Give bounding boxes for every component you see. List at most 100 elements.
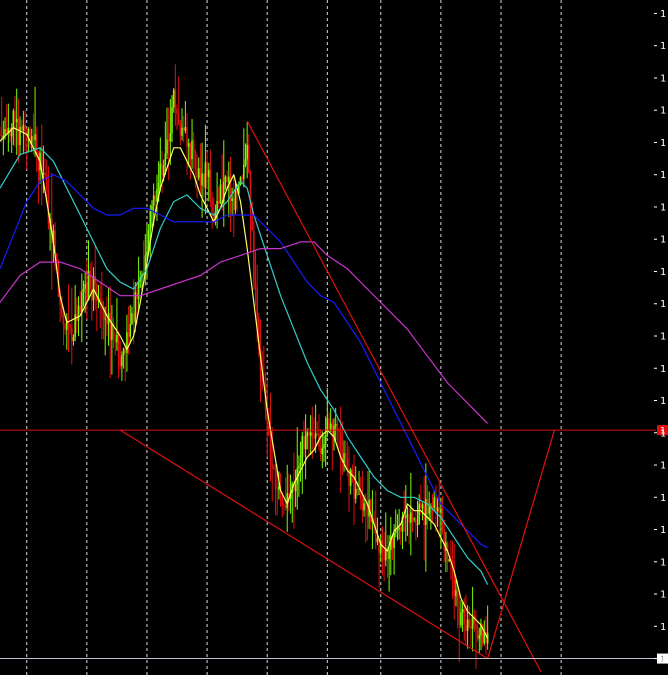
y-tick-label-18: 1 xyxy=(660,590,666,601)
candle-body-4 xyxy=(5,129,8,133)
candle-body-238 xyxy=(396,529,399,531)
candle-body-198 xyxy=(329,423,332,430)
candle-body-282 xyxy=(470,626,472,629)
candle-body-139 xyxy=(231,197,233,202)
candle-body-17 xyxy=(27,128,30,137)
candle-body-80 xyxy=(132,313,135,323)
candle-body-188 xyxy=(313,437,315,439)
candle-body-240 xyxy=(400,527,402,532)
candle-body-264 xyxy=(440,508,442,513)
candle-body-11 xyxy=(17,118,20,146)
candle-body-3 xyxy=(4,129,6,136)
candle-body-95 xyxy=(157,183,160,189)
candle-body-63 xyxy=(104,318,107,320)
candle-body-218 xyxy=(363,503,365,511)
candle-body-257 xyxy=(428,506,430,514)
candle-body-104 xyxy=(172,89,175,108)
candle-body-83 xyxy=(137,281,140,300)
candle-body-141 xyxy=(234,189,237,210)
candle-body-179 xyxy=(298,466,300,469)
candle-body-162 xyxy=(269,435,272,465)
candle-body-247 xyxy=(411,512,414,520)
candle-body-181 xyxy=(301,435,304,463)
candle-body-98 xyxy=(162,165,165,176)
candle-body-70 xyxy=(116,334,118,343)
chart-background xyxy=(0,0,668,675)
candle-body-132 xyxy=(219,184,222,204)
candle-body-90 xyxy=(149,210,152,231)
candle-body-140 xyxy=(233,197,235,210)
price-chart[interactable]: 11111111111111111111111 xyxy=(0,0,668,675)
candle-body-224 xyxy=(373,518,375,521)
candle-body-106 xyxy=(176,108,178,115)
candle-body-246 xyxy=(410,512,412,523)
candle-body-112 xyxy=(186,126,188,147)
candle-body-116 xyxy=(192,140,195,152)
candle-body-127 xyxy=(211,198,213,213)
candle-body-183 xyxy=(304,436,307,450)
candle-body-72 xyxy=(119,357,122,367)
candle-body-103 xyxy=(171,107,173,134)
candle-body-170 xyxy=(283,505,285,507)
candle-body-64 xyxy=(106,318,108,324)
candle-body-286 xyxy=(476,629,479,639)
candle-body-93 xyxy=(154,195,157,202)
candle-body-51 xyxy=(84,283,86,289)
candle-body-272 xyxy=(453,573,456,597)
candle-body-217 xyxy=(361,499,364,511)
y-tick-label-3: 1 xyxy=(660,106,666,117)
y-tick-label-8: 1 xyxy=(660,267,666,278)
candle-body-261 xyxy=(435,497,437,512)
candle-body-110 xyxy=(182,127,185,131)
candle-body-210 xyxy=(349,469,352,486)
candle-body-42 xyxy=(69,324,71,328)
candle-body-187 xyxy=(311,432,314,438)
y-tick-label-9: 1 xyxy=(660,299,666,310)
candle-body-52 xyxy=(86,283,88,301)
y-tick-label-17: 1 xyxy=(660,557,666,568)
candle-body-182 xyxy=(303,435,305,450)
candle-body-184 xyxy=(306,432,309,437)
y-tick-label-16: 1 xyxy=(660,525,666,536)
candle-body-146 xyxy=(243,164,245,179)
candle-body-202 xyxy=(336,423,339,431)
candle-body-102 xyxy=(169,133,172,142)
y-tick-label-4: 1 xyxy=(660,138,666,149)
candle-body-73 xyxy=(121,355,123,367)
candle-body-12 xyxy=(19,126,21,146)
candle-body-220 xyxy=(366,507,369,517)
y-tick-label-1: 1 xyxy=(660,41,666,52)
candle-body-135 xyxy=(224,176,227,182)
candle-body-48 xyxy=(79,305,81,313)
candle-body-66 xyxy=(109,313,112,340)
candle-body-114 xyxy=(189,143,192,160)
candle-body-131 xyxy=(217,200,220,204)
candle-body-20 xyxy=(32,135,35,141)
candle-body-77 xyxy=(127,332,130,337)
candle-body-145 xyxy=(241,177,243,179)
candle-body-23 xyxy=(37,151,40,171)
candle-body-269 xyxy=(448,559,451,562)
candle-body-277 xyxy=(461,609,464,613)
candle-body-54 xyxy=(89,270,91,290)
candle-body-71 xyxy=(117,334,120,358)
y-tick-label-6: 1 xyxy=(660,202,666,213)
candle-body-281 xyxy=(468,619,471,627)
candle-body-250 xyxy=(416,524,419,526)
candle-body-136 xyxy=(226,176,228,183)
candle-body-201 xyxy=(334,423,337,426)
candle-body-163 xyxy=(271,464,274,467)
candle-body-193 xyxy=(321,448,324,455)
chart-canvas[interactable]: 11111111111111111111111 xyxy=(0,0,668,675)
candle-body-108 xyxy=(179,124,182,136)
y-tick-label-0: 1 xyxy=(660,9,666,20)
candle-body-119 xyxy=(197,168,200,179)
candle-body-109 xyxy=(181,127,183,136)
candle-body-44 xyxy=(72,337,75,342)
candle-body-166 xyxy=(276,488,279,490)
candle-body-67 xyxy=(111,323,113,340)
candle-body-92 xyxy=(152,195,155,206)
y-tick-label-20: 1 xyxy=(660,654,666,665)
candle-body-128 xyxy=(212,212,215,220)
candle-body-105 xyxy=(174,89,177,109)
